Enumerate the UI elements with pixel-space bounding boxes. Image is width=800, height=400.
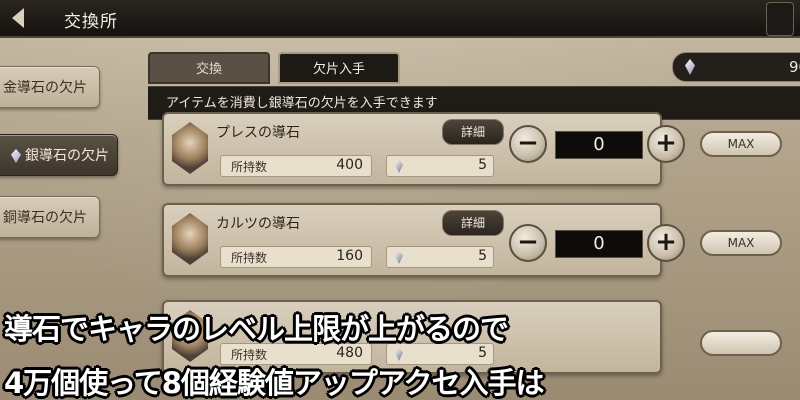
sidebar-item-label: 銀導石の欠片 bbox=[25, 148, 109, 164]
owned-label: 所持数 bbox=[231, 251, 268, 265]
crystal-icon bbox=[395, 250, 403, 264]
sidebar-item-label: 金導石の欠片 bbox=[3, 80, 87, 96]
detail-button[interactable]: 詳細 bbox=[442, 210, 504, 236]
minus-button[interactable]: − bbox=[509, 125, 547, 163]
max-button[interactable]: MAX bbox=[700, 230, 782, 256]
exchange-screen: 交換所 金導石の欠片 銀導石の欠片 銅導石の欠片 交換 欠片入手 90 アイテム… bbox=[0, 0, 800, 400]
back-arrow-icon[interactable] bbox=[12, 8, 24, 28]
sidebar-item-silver-shard[interactable]: 銀導石の欠片 bbox=[0, 134, 118, 176]
sidebar-item-label: 銅導石の欠片 bbox=[3, 210, 87, 226]
quantity-display: 0 bbox=[555, 131, 643, 159]
minus-button[interactable]: − bbox=[509, 224, 547, 262]
detail-button[interactable]: 詳細 bbox=[442, 119, 504, 145]
max-button[interactable]: MAX bbox=[700, 131, 782, 157]
cost-value: 5 bbox=[478, 157, 487, 173]
owned-count: 160 bbox=[336, 248, 363, 264]
page-title: 交換所 bbox=[64, 12, 118, 32]
crystal-icon bbox=[11, 149, 21, 163]
owned-count-box: 所持数 160 bbox=[220, 246, 372, 268]
plus-button[interactable]: + bbox=[647, 224, 685, 262]
tab-exchange[interactable]: 交換 bbox=[148, 52, 270, 84]
title-bar: 交換所 bbox=[0, 0, 800, 38]
max-button[interactable] bbox=[700, 330, 782, 356]
caption-line-1: 導石でキャラのレベル上限が上がるので bbox=[4, 312, 509, 346]
currency-display: 90 bbox=[672, 52, 800, 82]
caption-line-2: 4万個使って8個経験値アップアクセ入手は bbox=[4, 366, 544, 400]
menu-button[interactable] bbox=[766, 2, 794, 36]
cost-value: 5 bbox=[478, 248, 487, 264]
owned-count: 400 bbox=[336, 157, 363, 173]
currency-value: 90 bbox=[789, 58, 800, 76]
cost-box: 5 bbox=[386, 155, 494, 177]
quantity-display: 0 bbox=[555, 230, 643, 258]
crystal-icon bbox=[395, 159, 403, 173]
silver-crystal-icon bbox=[685, 59, 695, 75]
tab-get-shards[interactable]: 欠片入手 bbox=[278, 52, 400, 84]
character-portrait bbox=[172, 213, 208, 265]
owned-label: 所持数 bbox=[231, 160, 268, 174]
cost-box: 5 bbox=[386, 246, 494, 268]
item-name: カルツの導石 bbox=[216, 216, 300, 232]
sidebar-item-bronze-shard[interactable]: 銅導石の欠片 bbox=[0, 196, 100, 238]
sidebar-item-gold-shard[interactable]: 金導石の欠片 bbox=[0, 66, 100, 108]
crystal-icon bbox=[395, 347, 403, 361]
owned-count-box: 所持数 400 bbox=[220, 155, 372, 177]
item-name: プレスの導石 bbox=[216, 125, 300, 141]
character-portrait bbox=[172, 122, 208, 174]
plus-button[interactable]: + bbox=[647, 125, 685, 163]
